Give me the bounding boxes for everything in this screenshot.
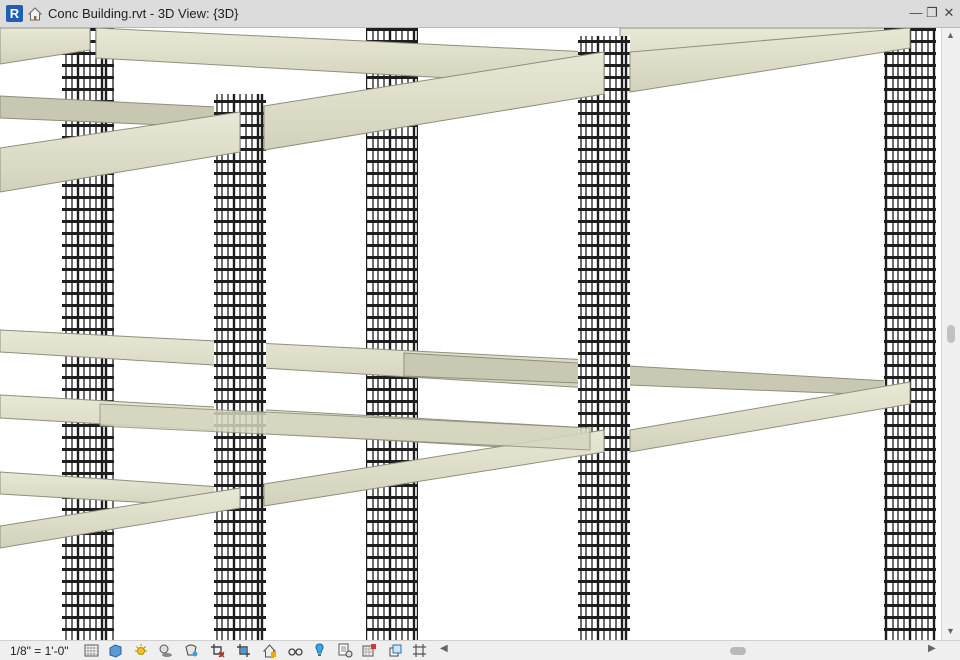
highlight-displacement-icon[interactable] [362,643,377,658]
shadows-icon[interactable] [158,643,173,658]
scroll-up-arrow-icon[interactable]: ▲ [946,30,955,40]
close-button[interactable]: ✕ [942,6,956,20]
show-constraints-icon[interactable] [388,643,403,658]
vertical-scrollbar[interactable]: ▲ ▼ [941,28,960,640]
rendering-icon[interactable] [184,643,199,658]
view-control-bar: 1/8" = 1'-0" ◀ ▶ [0,640,960,660]
3d-view-canvas[interactable] [0,28,941,640]
window-title: Conc Building.rvt - 3D View: {3D} [48,6,239,21]
detail-level-icon[interactable] [84,643,99,658]
temporary-hide-icon[interactable] [288,643,303,658]
structural-model-3d [0,28,936,640]
concrete-beam [99,403,591,451]
rebar-column [214,94,266,640]
scroll-left-arrow-icon[interactable]: ◀ [440,643,448,654]
vertical-scroll-thumb[interactable] [947,325,955,343]
rebar-column [578,36,630,640]
reveal-hidden-icon[interactable] [312,643,327,658]
worksharing-display-icon[interactable] [412,643,427,658]
analytical-model-icon[interactable] [338,643,353,658]
home-icon[interactable] [27,6,43,22]
sun-path-icon[interactable] [134,643,149,658]
horizontal-scrollbar[interactable]: ◀ ▶ [440,643,940,658]
revit-app-icon[interactable]: R [6,5,23,22]
horizontal-scroll-thumb[interactable] [730,647,746,655]
scroll-right-arrow-icon[interactable]: ▶ [928,643,936,654]
unlock-view-icon[interactable] [262,643,277,658]
scroll-down-arrow-icon[interactable]: ▼ [946,626,955,636]
view-scale[interactable]: 1/8" = 1'-0" [10,644,69,658]
crop-view-icon[interactable] [210,643,225,658]
concrete-beam [403,352,906,397]
concrete-beam [0,111,241,193]
concrete-beam [629,381,911,453]
rebar-column [884,28,936,640]
title-bar: R Conc Building.rvt - 3D View: {3D} — ❐ … [0,0,960,28]
visual-style-icon[interactable] [108,643,123,658]
restore-button[interactable]: ❐ [925,6,939,20]
minimize-button[interactable]: — [909,6,923,20]
show-crop-region-icon[interactable] [236,643,251,658]
